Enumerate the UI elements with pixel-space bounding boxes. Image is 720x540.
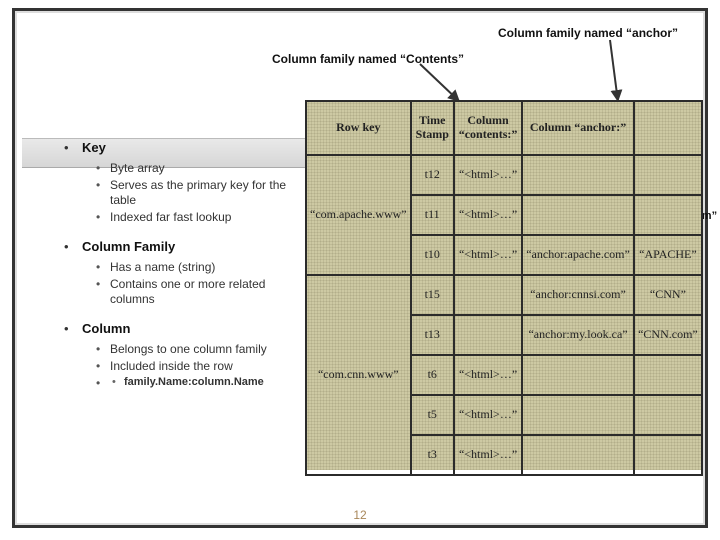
cell-ts: t5 — [411, 395, 454, 435]
cell-ts: t3 — [411, 435, 454, 475]
cell-rowkey: “com.apache.www” — [306, 155, 411, 275]
cell-anchor-val — [634, 155, 702, 195]
cell-ts: t10 — [411, 235, 454, 275]
cell-anchor — [522, 355, 634, 395]
cell-contents: “<html>…” — [454, 155, 522, 195]
cell-anchor-val — [634, 435, 702, 475]
list-item: family.Name:column.Name — [112, 376, 299, 390]
cell-contents: “<html>…” — [454, 235, 522, 275]
list-item: Byte array — [96, 161, 299, 176]
bullet-key-items: Byte array Serves as the primary key for… — [96, 161, 299, 225]
bullet-column: •Column — [64, 321, 299, 336]
bullet-cf-items: Has a name (string) Contains one or more… — [96, 260, 299, 307]
cell-anchor-val: “APACHE” — [634, 235, 702, 275]
cell-anchor: “anchor:apache.com” — [522, 235, 634, 275]
hbase-table: Row key Time Stamp Column “contents:” Co… — [305, 100, 703, 476]
list-item: family.Name:column.Name — [96, 376, 299, 390]
cell-contents: “<html>…” — [454, 195, 522, 235]
outline-column: •Key Byte array Serves as the primary ke… — [64, 140, 299, 404]
hbase-table-region: Row key Time Stamp Column “contents:” Co… — [305, 100, 703, 476]
annotation-anchor: Column family named “anchor” — [498, 26, 678, 40]
cell-contents: “<html>…” — [454, 435, 522, 475]
th-timestamp: Time Stamp — [411, 101, 454, 155]
cell-anchor-val: “CNN.com” — [634, 315, 702, 355]
cell-anchor — [522, 435, 634, 475]
cell-anchor: “anchor:cnnsi.com” — [522, 275, 634, 315]
th-rowkey: Row key — [306, 101, 411, 155]
cell-ts: t15 — [411, 275, 454, 315]
th-contents: Column “contents:” — [454, 101, 522, 155]
cell-contents: “<html>…” — [454, 355, 522, 395]
bullet-column-family: •Column Family — [64, 239, 299, 254]
list-item: Serves as the primary key for the table — [96, 178, 299, 208]
page-number: 12 — [0, 508, 720, 522]
cell-anchor — [522, 155, 634, 195]
bullet-key: •Key — [64, 140, 299, 155]
bullet-col-items: Belongs to one column family Included in… — [96, 342, 299, 390]
cell-ts: t13 — [411, 315, 454, 355]
cell-contents — [454, 315, 522, 355]
list-item: Belongs to one column family — [96, 342, 299, 357]
cell-contents — [454, 275, 522, 315]
cell-anchor — [522, 395, 634, 435]
cell-anchor: “anchor:my.look.ca” — [522, 315, 634, 355]
cell-rowkey: “com.cnn.www” — [306, 275, 411, 475]
th-anchor: Column “anchor:” — [522, 101, 634, 155]
cell-contents: “<html>…” — [454, 395, 522, 435]
list-item: Contains one or more related columns — [96, 277, 299, 307]
annotation-contents: Column family named “Contents” — [272, 52, 464, 66]
cell-anchor — [522, 195, 634, 235]
cell-ts: t6 — [411, 355, 454, 395]
cell-anchor-val — [634, 355, 702, 395]
table-header-row: Row key Time Stamp Column “contents:” Co… — [306, 101, 702, 155]
cell-anchor-val — [634, 195, 702, 235]
cell-ts: t12 — [411, 155, 454, 195]
cell-ts: t11 — [411, 195, 454, 235]
cell-anchor-val — [634, 395, 702, 435]
list-item: Has a name (string) — [96, 260, 299, 275]
table-row: “com.cnn.www” t15 “anchor:cnnsi.com” “CN… — [306, 275, 702, 315]
th-anchor-val — [634, 101, 702, 155]
table-row: “com.apache.www” t12 “<html>…” — [306, 155, 702, 195]
cell-anchor-val: “CNN” — [634, 275, 702, 315]
list-item: Included inside the row — [96, 359, 299, 374]
list-item: Indexed far fast lookup — [96, 210, 299, 225]
